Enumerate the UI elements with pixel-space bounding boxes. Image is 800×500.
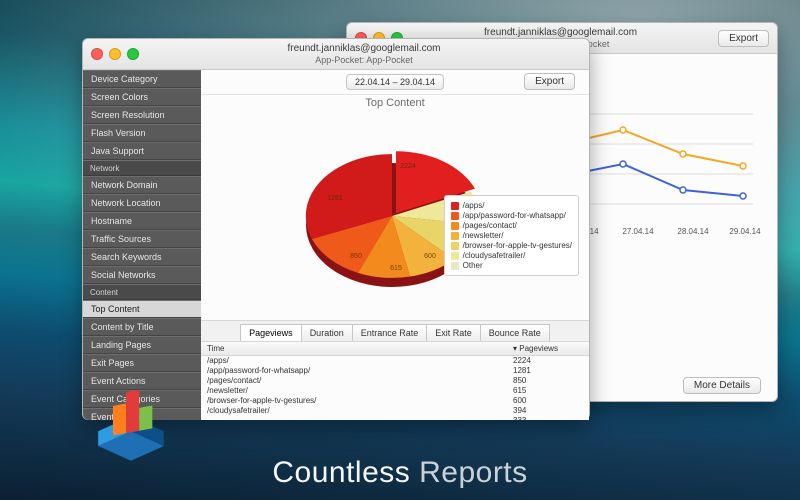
sidebar-item[interactable]: Content by Title bbox=[83, 318, 201, 336]
metric-tabs: PageviewsDurationEntrance RateExit RateB… bbox=[201, 320, 589, 341]
metric-tab[interactable]: Bounce Rate bbox=[481, 324, 550, 341]
x-tick: 27.04.14 bbox=[622, 227, 654, 236]
legend-swatch bbox=[451, 252, 459, 260]
sidebar-item[interactable]: Java Support bbox=[83, 142, 201, 160]
minimize-icon[interactable] bbox=[109, 48, 121, 60]
traffic-lights bbox=[91, 48, 139, 60]
metric-tab[interactable]: Pageviews bbox=[240, 324, 302, 341]
metric-tab[interactable]: Duration bbox=[302, 324, 353, 341]
legend-item: /cloudysafetrailer/ bbox=[451, 251, 572, 260]
sidebar-item[interactable]: Screen Resolution bbox=[83, 106, 201, 124]
table-row[interactable]: 333 bbox=[201, 416, 589, 420]
date-range-picker[interactable]: 22.04.14 – 29.04.14 bbox=[346, 74, 444, 90]
sidebar-item[interactable]: Device Category bbox=[83, 70, 201, 88]
more-details-button[interactable]: More Details bbox=[683, 377, 761, 394]
export-button[interactable]: Export bbox=[718, 30, 769, 47]
sidebar-item[interactable]: Flash Version bbox=[83, 124, 201, 142]
table-row[interactable]: /apps/2224 bbox=[201, 356, 589, 366]
svg-text:615: 615 bbox=[390, 265, 402, 272]
report-main: 22.04.14 – 29.04.14 Export Top Content bbox=[201, 70, 589, 420]
sidebar-item[interactable]: Traffic Sources bbox=[83, 230, 201, 248]
marketing-caption: Countless Reports bbox=[0, 456, 800, 490]
report-toolbar: 22.04.14 – 29.04.14 Export bbox=[201, 70, 589, 95]
svg-text:850: 850 bbox=[350, 253, 362, 260]
legend-swatch bbox=[451, 242, 459, 250]
table-row[interactable]: /newsletter/615 bbox=[201, 386, 589, 396]
legend-swatch bbox=[451, 262, 459, 270]
table-row[interactable]: /app/password-for-whatsapp/1281 bbox=[201, 366, 589, 376]
report-sidebar: Device CategoryScreen ColorsScreen Resol… bbox=[83, 70, 201, 420]
pie-legend: /apps//app/password-for-whatsapp//pages/… bbox=[444, 195, 579, 276]
legend-item: /newsletter/ bbox=[451, 231, 572, 240]
metric-tab[interactable]: Entrance Rate bbox=[353, 324, 428, 341]
x-tick: 28.04.14 bbox=[677, 227, 709, 236]
table-row[interactable]: /pages/contact/850 bbox=[201, 376, 589, 386]
x-tick: 29.04.14 bbox=[729, 227, 761, 236]
table-row[interactable]: /browser-for-apple-tv-gestures/600 bbox=[201, 396, 589, 406]
table-row[interactable]: /cloudysafetrailer/394 bbox=[201, 406, 589, 416]
titlebar[interactable]: freundt.janniklas@googlemail.com App-Poc… bbox=[83, 39, 589, 70]
legend-swatch bbox=[451, 202, 459, 210]
legend-item: /browser-for-apple-tv-gestures/ bbox=[451, 241, 572, 250]
sidebar-item[interactable]: Network Domain bbox=[83, 176, 201, 194]
legend-item: /apps/ bbox=[451, 201, 572, 210]
export-button[interactable]: Export bbox=[524, 73, 575, 90]
sidebar-header: Network bbox=[83, 160, 201, 176]
sidebar-item[interactable]: Search Keywords bbox=[83, 248, 201, 266]
svg-text:2224: 2224 bbox=[400, 163, 416, 170]
sidebar-header: Content bbox=[83, 284, 201, 300]
svg-text:600: 600 bbox=[424, 253, 436, 260]
sidebar-item[interactable]: Screen Colors bbox=[83, 88, 201, 106]
zoom-icon[interactable] bbox=[127, 48, 139, 60]
close-icon[interactable] bbox=[91, 48, 103, 60]
legend-item: Other bbox=[451, 261, 572, 270]
legend-swatch bbox=[451, 212, 459, 220]
report-window-front: freundt.janniklas@googlemail.com App-Poc… bbox=[82, 38, 590, 420]
chart-title: Top Content bbox=[201, 97, 589, 109]
window-title: freundt.janniklas@googlemail.com App-Poc… bbox=[139, 43, 589, 65]
sidebar-item[interactable]: Top Content bbox=[83, 300, 201, 318]
metric-tab[interactable]: Exit Rate bbox=[427, 324, 481, 341]
legend-item: /app/password-for-whatsapp/ bbox=[451, 211, 572, 220]
svg-text:1281: 1281 bbox=[327, 195, 343, 202]
desktop-wallpaper: freundt.janniklas@googlemail.com App-Poc… bbox=[0, 0, 800, 500]
sidebar-item[interactable]: Exit Pages bbox=[83, 354, 201, 372]
sidebar-item[interactable]: Network Location bbox=[83, 194, 201, 212]
legend-item: /pages/contact/ bbox=[451, 221, 572, 230]
table-header: Time ▾ Pageviews bbox=[201, 342, 589, 356]
legend-swatch bbox=[451, 222, 459, 230]
legend-swatch bbox=[451, 232, 459, 240]
app-icon bbox=[90, 382, 172, 464]
sidebar-item[interactable]: Social Networks bbox=[83, 266, 201, 284]
data-table: Time ▾ Pageviews /apps/2224/app/password… bbox=[201, 341, 589, 420]
sidebar-item[interactable]: Hostname bbox=[83, 212, 201, 230]
sidebar-item[interactable]: Landing Pages bbox=[83, 336, 201, 354]
